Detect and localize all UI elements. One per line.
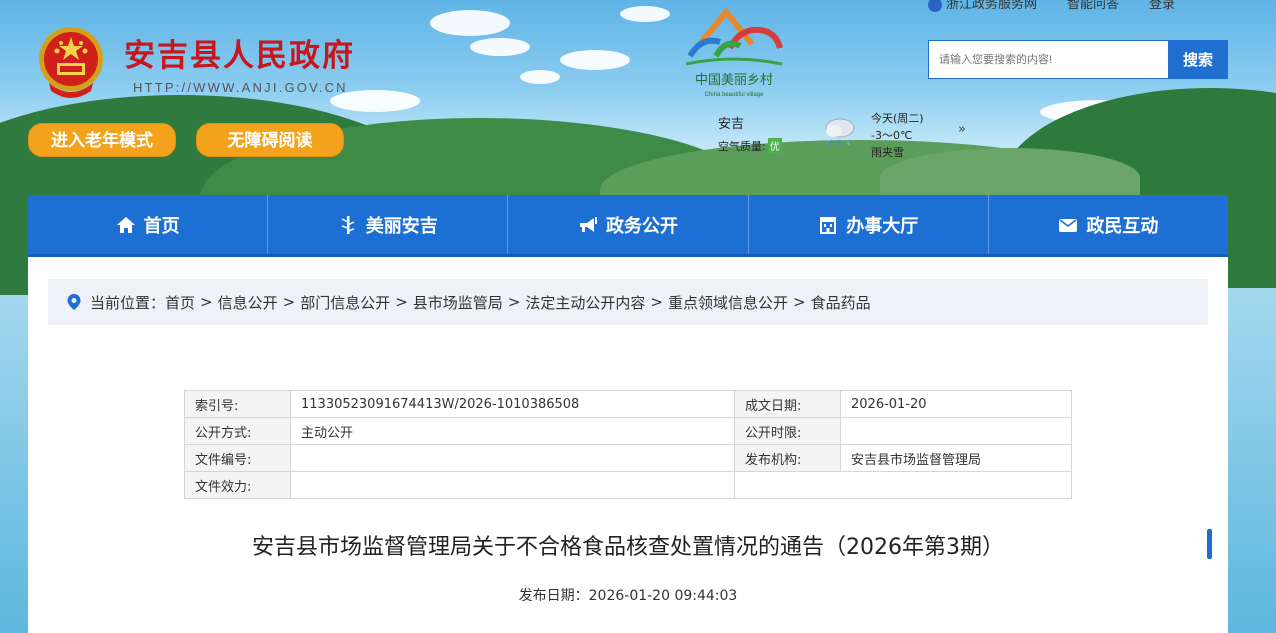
nav-item-label: 首页 [143, 215, 180, 237]
weather-temp: -3～0℃ [871, 129, 913, 142]
nav-item-beautiful-anji[interactable]: 美丽安吉 [268, 195, 509, 254]
document-title: 安吉县市场监督管理局关于不合格食品核查处置情况的通告（2026年第3期） [252, 535, 1004, 560]
document-meta-table: 索引号: 11330523091674413W/2026-1010386508 … [184, 390, 1072, 499]
accessible-reading-button[interactable]: 无障碍阅读 [196, 123, 344, 157]
location-pin-icon [67, 294, 81, 310]
nav-item-label: 政务公开 [606, 215, 678, 237]
national-emblem-icon [39, 27, 103, 98]
breadcrumb-item[interactable]: 部门信息公开 [300, 292, 390, 313]
breadcrumb-separator: > [793, 293, 806, 311]
village-logo-cn: 中国美丽乡村 [695, 73, 773, 88]
weather-desc: 雨夹雪 [871, 146, 904, 159]
weather-more-icon[interactable]: » [958, 122, 966, 137]
meta-key: 索引号: [184, 390, 291, 418]
megaphone-icon [580, 216, 597, 232]
breadcrumb-item[interactable]: 县市场监管局 [413, 292, 503, 313]
mail-icon [1059, 218, 1078, 232]
breadcrumb-item-current[interactable]: 食品药品 [811, 292, 871, 313]
air-quality-label: 空气质量: [718, 140, 766, 153]
site-title[interactable]: 安吉县人民政府 [124, 30, 355, 75]
meta-value: 2026-01-20 [840, 390, 1072, 418]
breadcrumb-item[interactable]: 首页 [165, 292, 195, 313]
top-utility-links: 浙江政务服务网 智能问答 登录 [928, 0, 1175, 12]
nav-item-gov-affairs[interactable]: 政务公开 [508, 195, 749, 254]
breadcrumb: 当前位置： 首页 > 信息公开 > 部门信息公开 > 县市场监管局 > 法定主动… [48, 279, 1208, 325]
search-bar: 搜索 [928, 40, 1228, 79]
elder-mode-button[interactable]: 进入老年模式 [28, 123, 176, 157]
weather-city: 安吉 [718, 117, 745, 132]
breadcrumb-separator: > [282, 293, 296, 311]
nav-item-service-hall[interactable]: 办事大厅 [749, 195, 989, 254]
svg-text:*: * [846, 141, 851, 151]
breadcrumb-separator: > [200, 293, 213, 311]
search-input[interactable] [928, 40, 1168, 79]
table-row: 公开方式: 主动公开 公开时限: [184, 417, 1072, 445]
sleet-icon: * [825, 118, 855, 151]
meta-value: 主动公开 [290, 417, 735, 445]
search-button[interactable]: 搜索 [1168, 40, 1228, 79]
smart-qa-link[interactable]: 智能问答 [1067, 0, 1119, 12]
meta-key: 文件效力: [184, 471, 291, 499]
breadcrumb-separator: > [395, 293, 408, 311]
content-panel: 当前位置： 首页 > 信息公开 > 部门信息公开 > 县市场监管局 > 法定主动… [28, 257, 1228, 633]
breadcrumb-item[interactable]: 信息公开 [218, 292, 278, 313]
breadcrumb-item[interactable]: 重点领域信息公开 [668, 292, 788, 313]
publish-date: 发布日期：2026-01-20 09:44:03 [518, 588, 738, 604]
side-scroll-indicator[interactable] [1207, 529, 1212, 559]
beautiful-village-logo: 中国美丽乡村 China beautiful village [685, 7, 783, 98]
breadcrumb-item[interactable]: 法定主动公开内容 [525, 292, 645, 313]
village-logo-en: China beautiful village [705, 92, 764, 98]
nav-item-label: 美丽安吉 [365, 215, 438, 237]
login-link[interactable]: 登录 [1149, 0, 1175, 12]
site-url: HTTP://WWW.ANJI.GOV.CN [133, 80, 348, 95]
table-row: 索引号: 11330523091674413W/2026-1010386508 … [184, 390, 1072, 418]
meta-key: 公开方式: [184, 417, 291, 445]
building-icon [820, 216, 837, 234]
weather-day: 今天(周二) [871, 112, 924, 125]
breadcrumb-separator: > [507, 293, 521, 311]
nav-item-label: 政民互动 [1086, 215, 1159, 237]
zhejiang-service-icon [928, 0, 942, 12]
meta-value: 11330523091674413W/2026-1010386508 [290, 390, 735, 418]
meta-key: 公开时限: [734, 417, 841, 445]
meta-value [290, 444, 735, 472]
meta-key: 成文日期: [734, 390, 841, 418]
meta-key: 发布机构: [734, 444, 841, 472]
meta-value [840, 417, 1072, 445]
breadcrumb-label: 当前位置： [90, 293, 166, 312]
home-icon [116, 216, 135, 233]
meta-value [290, 471, 735, 499]
zhejiang-service-link[interactable]: 浙江政务服务网 [928, 0, 1037, 12]
meta-key: 文件编号: [184, 444, 291, 472]
weather-forecast: 今天(周二) -3～0℃ 雨夹雪 [871, 110, 924, 161]
nav-item-label: 办事大厅 [846, 215, 919, 237]
meta-value: 安吉县市场监督管理局 [840, 444, 1072, 472]
nav-item-interaction[interactable]: 政民互动 [989, 195, 1228, 254]
table-row: 文件编号: 发布机构: 安吉县市场监督管理局 [184, 444, 1072, 472]
air-quality: 空气质量: 优 [718, 138, 782, 154]
main-nav: 首页 美丽安吉 政务公开 办事大厅 政民互动 [28, 195, 1228, 257]
bamboo-icon [341, 215, 355, 234]
table-row: 文件效力: [184, 471, 1072, 499]
meta-empty-cell [734, 471, 1072, 499]
nav-item-home[interactable]: 首页 [28, 195, 269, 254]
breadcrumb-separator: > [650, 293, 663, 311]
air-quality-badge: 优 [767, 138, 782, 153]
